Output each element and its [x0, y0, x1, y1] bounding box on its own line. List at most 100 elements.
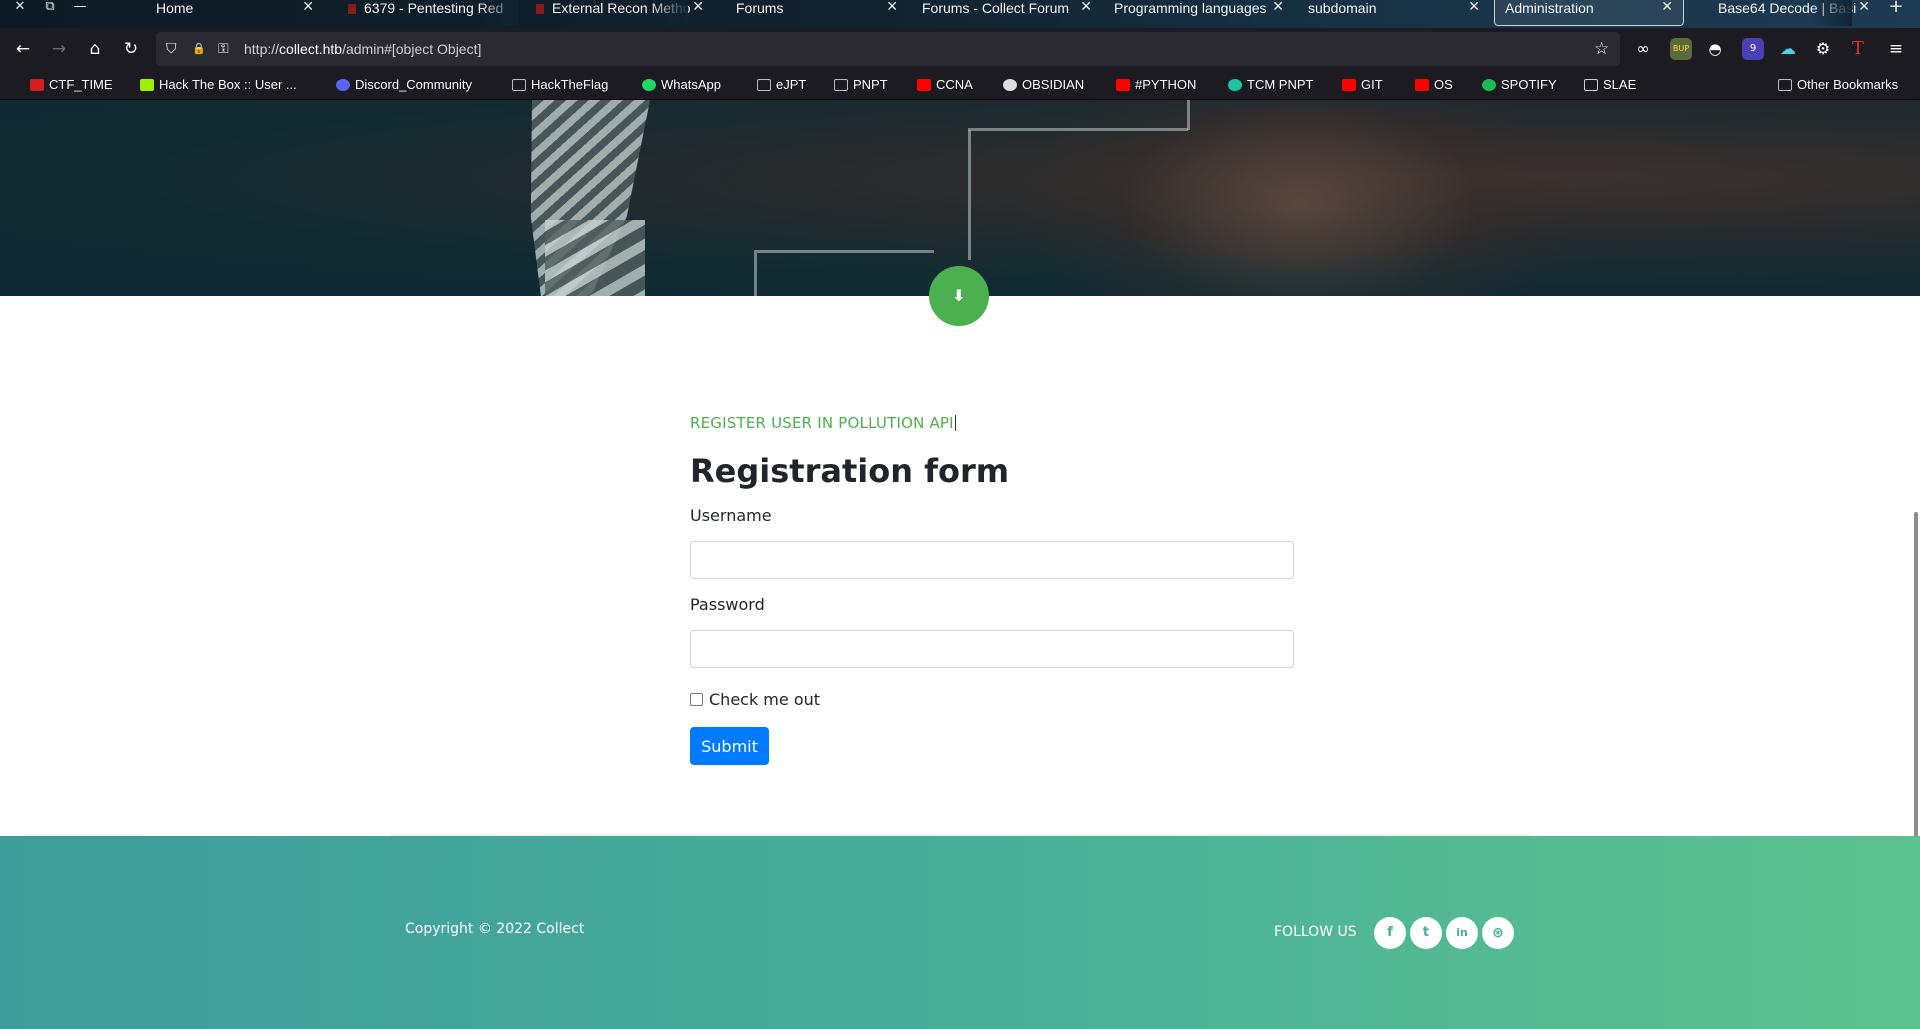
bookmark-python[interactable]: #PYTHON — [1116, 76, 1196, 94]
tab-home[interactable]: Home ✕ — [136, 0, 324, 26]
follow-us-label: FOLLOW US — [1274, 924, 1357, 940]
tab-label: Forums — [736, 0, 784, 16]
bookmark-os[interactable]: OS — [1415, 76, 1453, 94]
restore-window-icon[interactable]: ⧉ — [40, 0, 60, 16]
spotify-icon — [1482, 79, 1496, 91]
url-text[interactable]: http://collect.htb/admin#[object Object] — [244, 32, 481, 66]
bookmark-git[interactable]: GIT — [1342, 76, 1383, 94]
tab-close-icon[interactable]: ✕ — [1858, 0, 1870, 15]
tab-bar: ✕ ⧉ — Home ✕ 6379 - Pentesting Red Exter… — [0, 0, 1920, 28]
tab-close-icon[interactable]: ✕ — [1661, 0, 1673, 15]
settings-icon[interactable]: ⚙ — [1812, 38, 1834, 60]
tab-programming-languages[interactable]: Programming languages ✕ — [1104, 0, 1286, 26]
checkbox-label[interactable]: Check me out — [709, 690, 820, 709]
tab-close-icon[interactable]: ✕ — [1080, 0, 1092, 15]
hacktricks-icon — [536, 4, 544, 14]
navigation-toolbar: ← → ⌂ ↻ ⛉ 🔒 ⚿ http://collect.htb/admin#[… — [0, 28, 1920, 70]
bookmark-folder-ejpt[interactable]: eJPT — [757, 76, 806, 94]
tab-close-icon[interactable]: ✕ — [886, 0, 898, 15]
t-icon[interactable]: T — [1847, 38, 1869, 60]
forward-button[interactable]: → — [47, 37, 71, 61]
tab-close-icon[interactable]: ✕ — [1272, 0, 1284, 15]
text-cursor — [954, 415, 956, 431]
ctf-time-icon — [30, 79, 44, 91]
key-icon[interactable]: ⚿ — [218, 32, 229, 66]
bookmarks-toolbar: CTF_TIME Hack The Box :: User ... Discor… — [0, 70, 1920, 100]
hacktricks-icon — [348, 4, 356, 14]
tv-icon — [1584, 79, 1598, 91]
app-menu-button[interactable]: ≡ — [1884, 37, 1908, 61]
tab-external-recon[interactable]: External Recon Metho ✕ — [526, 0, 706, 26]
youtube-icon — [917, 79, 931, 91]
youtube-icon — [1116, 79, 1130, 91]
tab-close-icon[interactable]: ✕ — [1468, 0, 1480, 15]
tab-label: Home — [156, 0, 194, 16]
tab-label: Forums - Collect Forum — [922, 0, 1070, 16]
registration-section: REGISTER USER IN POLLUTION API Registrat… — [690, 414, 1294, 765]
password-label: Password — [690, 595, 765, 614]
hat-icon[interactable]: ◓ — [1704, 38, 1726, 60]
footer: Copyright © 2022 Collect FOLLOW US f t i… — [0, 836, 1920, 1029]
circuit-line — [968, 128, 1188, 132]
tab-base64-decode[interactable]: Base64 Decode | Basi ✕ — [1708, 0, 1872, 26]
password-input[interactable] — [690, 630, 1294, 668]
tcm-icon — [1228, 79, 1242, 91]
tab-label: subdomain — [1308, 0, 1377, 16]
bookmark-ctf-time[interactable]: CTF_TIME — [30, 76, 113, 94]
linkedin-icon[interactable]: in — [1446, 917, 1478, 949]
tab-administration[interactable]: Administration ✕ — [1494, 0, 1684, 26]
circuit-line — [968, 130, 1068, 260]
cloud-icon[interactable]: ☁ — [1777, 38, 1799, 60]
bookmark-obsidian[interactable]: OBSIDIAN — [1003, 76, 1084, 94]
folder-icon — [1778, 79, 1792, 91]
check-me-out-row[interactable]: Check me out — [690, 690, 1294, 710]
tab-label: Programming languages — [1114, 0, 1267, 16]
circuit-line — [1180, 100, 1190, 130]
mask-icon[interactable]: ∞ — [1632, 38, 1654, 60]
htb-icon — [140, 79, 154, 91]
copyright-text: Copyright © 2022 Collect — [405, 921, 585, 937]
bookmark-slae[interactable]: SLAE — [1584, 76, 1636, 94]
dribbble-icon[interactable]: ⊛ — [1482, 917, 1514, 949]
other-bookmarks[interactable]: Other Bookmarks — [1778, 76, 1898, 94]
bookmark-ccna[interactable]: CCNA — [917, 76, 973, 94]
close-window-icon[interactable]: ✕ — [10, 0, 30, 16]
bookmark-hacktheflag[interactable]: HackTheFlag — [512, 76, 608, 94]
username-input[interactable] — [690, 541, 1294, 579]
bookmark-whatsapp[interactable]: WhatsApp — [642, 76, 721, 94]
scroll-down-icon[interactable]: ⬇ — [929, 266, 989, 326]
new-tab-button[interactable]: + — [1886, 0, 1906, 16]
facebook-icon[interactable]: f — [1374, 917, 1406, 949]
bookmark-hack-the-box[interactable]: Hack The Box :: User ... — [140, 76, 297, 94]
reload-button[interactable]: ↻ — [119, 37, 143, 61]
check-me-out-checkbox[interactable] — [690, 693, 703, 706]
flag-icon — [512, 79, 526, 91]
tab-redis-pentesting[interactable]: 6379 - Pentesting Red — [338, 0, 518, 26]
tab-close-icon[interactable]: ✕ — [302, 0, 314, 15]
tab-subdomain[interactable]: subdomain ✕ — [1298, 0, 1486, 26]
page-scrollbar[interactable] — [1914, 512, 1918, 837]
bookmark-spotify[interactable]: SPOTIFY — [1482, 76, 1557, 94]
shield-icon[interactable]: ⛉ — [166, 32, 177, 66]
youtube-icon — [1342, 79, 1356, 91]
section-eyebrow: REGISTER USER IN POLLUTION API — [690, 414, 956, 432]
tab-forums-collect[interactable]: Forums - Collect Forum ✕ — [912, 0, 1094, 26]
twitter-icon[interactable]: t — [1410, 917, 1442, 949]
bookmark-tcm-pnpt[interactable]: TCM PNPT — [1228, 76, 1313, 94]
burp-icon[interactable]: BUP — [1670, 38, 1692, 60]
address-bar[interactable]: ⛉ 🔒 ⚿ http://collect.htb/admin#[object O… — [156, 32, 1620, 66]
insecure-lock-icon[interactable]: 🔒 — [192, 32, 206, 66]
minimize-window-icon[interactable]: — — [70, 0, 90, 16]
github-icon — [1003, 79, 1017, 91]
username-label: Username — [690, 506, 772, 525]
bookmark-star-icon[interactable]: ☆ — [1594, 32, 1609, 66]
bookmark-discord[interactable]: Discord_Community — [336, 76, 472, 94]
home-button[interactable]: ⌂ — [83, 37, 107, 61]
tab-forums[interactable]: Forums ✕ — [718, 0, 918, 26]
badge-icon[interactable]: 9 — [1742, 38, 1764, 60]
bookmark-folder-pnpt[interactable]: PNPT — [834, 76, 888, 94]
submit-button[interactable]: Submit — [690, 727, 769, 765]
tab-close-icon[interactable]: ✕ — [692, 0, 704, 15]
back-button[interactable]: ← — [11, 37, 35, 61]
folder-icon — [757, 79, 771, 91]
